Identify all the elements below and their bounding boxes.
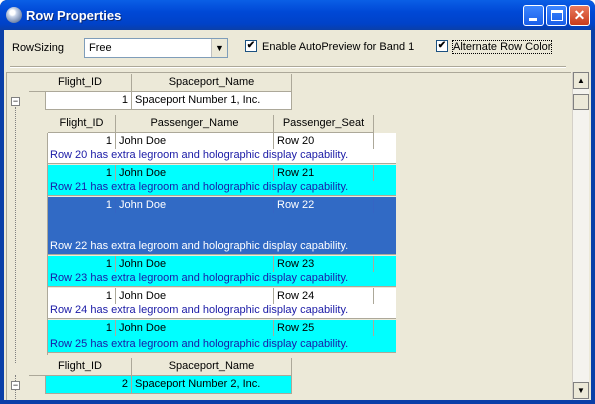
child-passenger-seat[interactable]: Row 21 bbox=[274, 165, 374, 181]
autopreview-checkbox[interactable]: ✔ bbox=[245, 40, 257, 52]
vertical-scrollbar[interactable]: ▲ ▼ bbox=[572, 72, 589, 400]
app-icon bbox=[6, 7, 22, 23]
ultragrid[interactable]: Flight_ID Spaceport_Name − 1 Spaceport N… bbox=[6, 72, 571, 400]
autopreview-text: Row 20 has extra legroom and holographic… bbox=[50, 149, 349, 161]
child-passenger-name[interactable]: John Doe bbox=[116, 165, 274, 181]
child-row[interactable]: 1 John Doe Row 24 Row 24 has extra legroom… bbox=[48, 288, 396, 319]
parent-flight-id[interactable]: 2 bbox=[46, 376, 132, 394]
child-passenger-name[interactable]: John Doe bbox=[116, 256, 274, 272]
child-row[interactable]: 1 John Doe Row 25 Row 25 has extra legroom… bbox=[48, 320, 396, 353]
rowsizing-label: RowSizing bbox=[12, 42, 64, 54]
row-selector[interactable] bbox=[29, 376, 46, 394]
child-flight-id[interactable]: 1 bbox=[48, 197, 116, 213]
scroll-up-icon[interactable]: ▲ bbox=[573, 72, 589, 89]
autopreview-text: Row 22 has extra legroom and holographic… bbox=[50, 240, 349, 252]
child-flight-id[interactable]: 1 bbox=[48, 320, 116, 336]
scroll-thumb[interactable] bbox=[573, 94, 589, 110]
band1-header-flight-id[interactable]: Flight_ID bbox=[48, 115, 116, 133]
window-frame-bottom bbox=[0, 400, 595, 404]
tree-line bbox=[15, 107, 16, 363]
autopreview-label[interactable]: Enable AutoPreview for Band 1 bbox=[262, 41, 414, 53]
minimize-button[interactable] bbox=[523, 5, 544, 26]
maximize-button[interactable] bbox=[546, 5, 567, 26]
minimize-icon bbox=[529, 18, 537, 21]
child-row[interactable]: 1 John Doe Row 20 Row 20 has extra legroom… bbox=[48, 133, 396, 164]
child-flight-id[interactable]: 1 bbox=[48, 288, 116, 304]
child-row-selected[interactable]: 1 John Doe Row 22 Row 22 has extra legroom… bbox=[48, 197, 396, 255]
band0-header-spaceport-name[interactable]: Spaceport_Name bbox=[132, 358, 292, 376]
child-passenger-name[interactable]: John Doe bbox=[116, 133, 274, 149]
child-passenger-seat[interactable]: Row 25 bbox=[274, 320, 374, 336]
band0-header-flight-id[interactable]: Flight_ID bbox=[29, 358, 132, 376]
child-row[interactable]: 1 John Doe Row 21 Row 21 has extra legroom… bbox=[48, 165, 396, 196]
child-row[interactable]: 1 John Doe Row 23 Row 23 has extra legroom… bbox=[48, 256, 396, 287]
collapse-icon[interactable]: − bbox=[11, 97, 20, 106]
child-passenger-name[interactable]: John Doe bbox=[116, 288, 274, 304]
band0-header-flight-id[interactable]: Flight_ID bbox=[29, 74, 132, 92]
window-frame-right bbox=[591, 30, 595, 404]
alternate-row-color-label[interactable]: Alternate Row Color bbox=[451, 40, 553, 54]
parent-flight-id[interactable]: 1 bbox=[46, 92, 132, 110]
autopreview-text: Row 25 has extra legroom and holographic… bbox=[50, 338, 349, 350]
window-title: Row Properties bbox=[26, 8, 122, 23]
autopreview-text: Row 24 has extra legroom and holographic… bbox=[50, 304, 349, 316]
child-flight-id[interactable]: 1 bbox=[48, 165, 116, 181]
child-flight-id[interactable]: 1 bbox=[48, 133, 116, 149]
autopreview-text: Row 23 has extra legroom and holographic… bbox=[50, 272, 349, 284]
maximize-icon bbox=[551, 10, 563, 21]
alternate-row-color-checkbox[interactable]: ✔ bbox=[436, 40, 448, 52]
close-icon: ✕ bbox=[573, 7, 586, 23]
collapse-icon[interactable]: − bbox=[11, 381, 20, 390]
scroll-down-icon[interactable]: ▼ bbox=[573, 382, 589, 399]
parent-spaceport-name[interactable]: Spaceport Number 2, Inc. bbox=[132, 376, 292, 394]
window: Row Properties ✕ RowSizing Free ▼ ✔ Enab… bbox=[0, 0, 595, 404]
chevron-down-icon[interactable]: ▼ bbox=[211, 39, 227, 57]
band1-header-passenger-seat[interactable]: Passenger_Seat bbox=[274, 115, 374, 133]
autopreview-text: Row 21 has extra legroom and holographic… bbox=[50, 181, 349, 193]
child-passenger-seat[interactable]: Row 22 bbox=[274, 197, 374, 213]
child-passenger-seat[interactable]: Row 24 bbox=[274, 288, 374, 304]
child-passenger-name[interactable]: John Doe bbox=[116, 197, 274, 213]
rowsizing-value: Free bbox=[89, 42, 112, 54]
child-row-selectors[interactable] bbox=[31, 133, 48, 355]
close-button[interactable]: ✕ bbox=[569, 5, 590, 26]
child-passenger-seat[interactable]: Row 23 bbox=[274, 256, 374, 272]
parent-spaceport-name[interactable]: Spaceport Number 1, Inc. bbox=[132, 92, 292, 110]
separator bbox=[10, 66, 566, 68]
rowsizing-dropdown[interactable]: Free ▼ bbox=[84, 38, 228, 58]
child-passenger-name[interactable]: John Doe bbox=[116, 320, 274, 336]
client-area: RowSizing Free ▼ ✔ Enable AutoPreview fo… bbox=[4, 30, 591, 400]
band0-header-spaceport-name[interactable]: Spaceport_Name bbox=[132, 74, 292, 92]
child-passenger-seat[interactable]: Row 20 bbox=[274, 133, 374, 149]
title-bar[interactable]: Row Properties ✕ bbox=[0, 0, 595, 30]
child-flight-id[interactable]: 1 bbox=[48, 256, 116, 272]
row-selector[interactable] bbox=[29, 92, 46, 110]
band1-header-passenger-name[interactable]: Passenger_Name bbox=[116, 115, 274, 133]
